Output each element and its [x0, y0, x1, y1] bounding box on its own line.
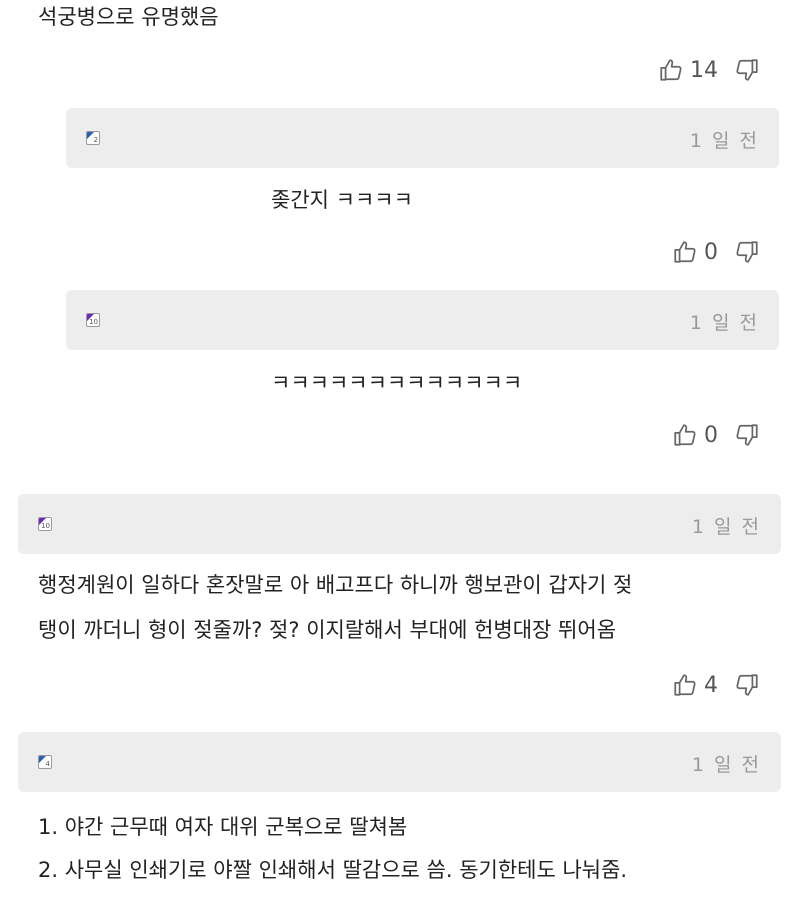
comment-vote-bar: 14	[658, 55, 760, 85]
comment-time: 1 일 전	[691, 516, 761, 538]
comment-text-line: 행정계원이 일하다 혼잣말로 아 배고프다 하니까 행보관이 갑자기 젖	[38, 573, 633, 597]
comment-time: 1 일 전	[689, 312, 759, 334]
comment-header: 10 1 일 전	[66, 290, 779, 350]
comment-text: 석궁병으로 유명했음	[38, 5, 219, 29]
comment-header: 4 1 일 전	[18, 732, 781, 792]
comment-vote-bar: 0	[672, 420, 760, 450]
like-count: 0	[704, 239, 718, 265]
comment-header: 10 1 일 전	[18, 494, 781, 554]
comment-text: ㅋㅋㅋㅋㅋㅋㅋㅋㅋㅋㅋㅋㅋ	[271, 371, 523, 395]
like-count: 14	[690, 57, 718, 83]
user-level-badge: 10	[86, 313, 100, 327]
comment-text-line: 탱이 까더니 형이 젖줄까? 젖? 이지랄해서 부대에 헌병대장 뛰어옴	[38, 618, 617, 642]
comment-text: 좆간지 ㅋㅋㅋㅋ	[271, 188, 413, 212]
thumbs-down-icon[interactable]	[734, 422, 760, 448]
thumbs-up-icon[interactable]	[658, 57, 684, 83]
like-count: 0	[704, 422, 718, 448]
user-level-badge: 2	[86, 131, 100, 145]
thumbs-down-icon[interactable]	[734, 57, 760, 83]
user-level-badge: 4	[38, 755, 52, 769]
user-level-badge: 10	[38, 517, 52, 531]
comment-vote-bar: 4	[672, 670, 760, 700]
comment-text-line: 2. 사무실 인쇄기로 야짤 인쇄해서 딸감으로 씀. 동기한테도 나눠줌.	[38, 858, 628, 882]
like-count: 4	[704, 672, 718, 698]
comment-time: 1 일 전	[691, 754, 761, 776]
thumbs-down-icon[interactable]	[734, 672, 760, 698]
thumbs-up-icon[interactable]	[672, 422, 698, 448]
thumbs-up-icon[interactable]	[672, 239, 698, 265]
comment-header: 2 1 일 전	[66, 108, 779, 168]
thumbs-up-icon[interactable]	[672, 672, 698, 698]
thumbs-down-icon[interactable]	[734, 239, 760, 265]
comment-text-line: 1. 야간 근무때 여자 대위 군복으로 딸쳐봄	[38, 815, 408, 839]
comment-vote-bar: 0	[672, 237, 760, 267]
comment-time: 1 일 전	[689, 130, 759, 152]
